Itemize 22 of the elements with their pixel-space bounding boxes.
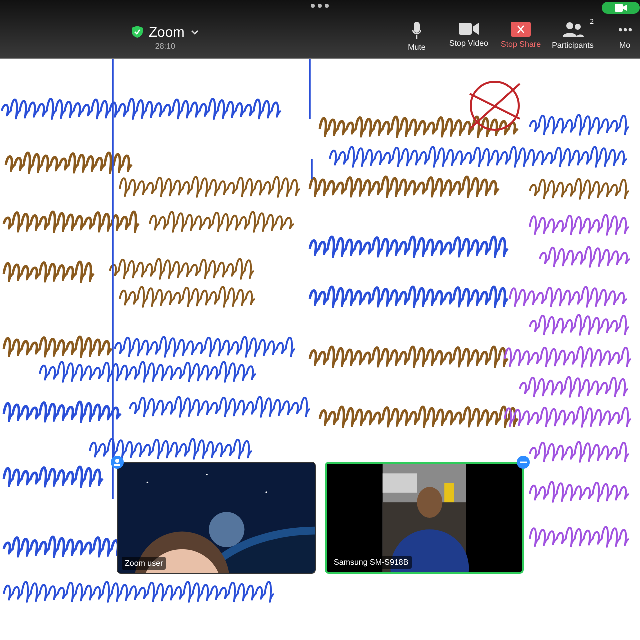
video-button[interactable]: Stop Video [446,22,492,52]
video-tile[interactable]: Samsung SM-S918B [325,462,524,574]
people-icon [562,22,584,38]
mic-button[interactable]: Mute [394,22,440,52]
more-icon [618,28,632,32]
close-icon [511,22,531,37]
video-tile[interactable]: Zoom user [117,462,316,574]
elapsed-time: 28:10 [155,42,176,51]
drag-handle-dot[interactable] [311,4,315,8]
participant-name: Samsung SM-S918B [331,556,412,569]
participant-name: Zoom user [122,557,166,570]
microphone-icon [412,22,422,40]
drag-handle-dot[interactable] [318,4,322,8]
share-button[interactable]: Stop Share [498,22,544,52]
chevron-down-icon[interactable] [190,30,199,34]
more-button[interactable]: Mo [602,22,640,52]
camera-icon [459,22,479,36]
person-badge-icon[interactable] [111,456,124,469]
drag-handle-dot[interactable] [325,4,329,8]
meeting-title: Zoom [149,24,185,40]
camera-icon [615,4,627,12]
minimize-icon[interactable] [517,456,530,469]
